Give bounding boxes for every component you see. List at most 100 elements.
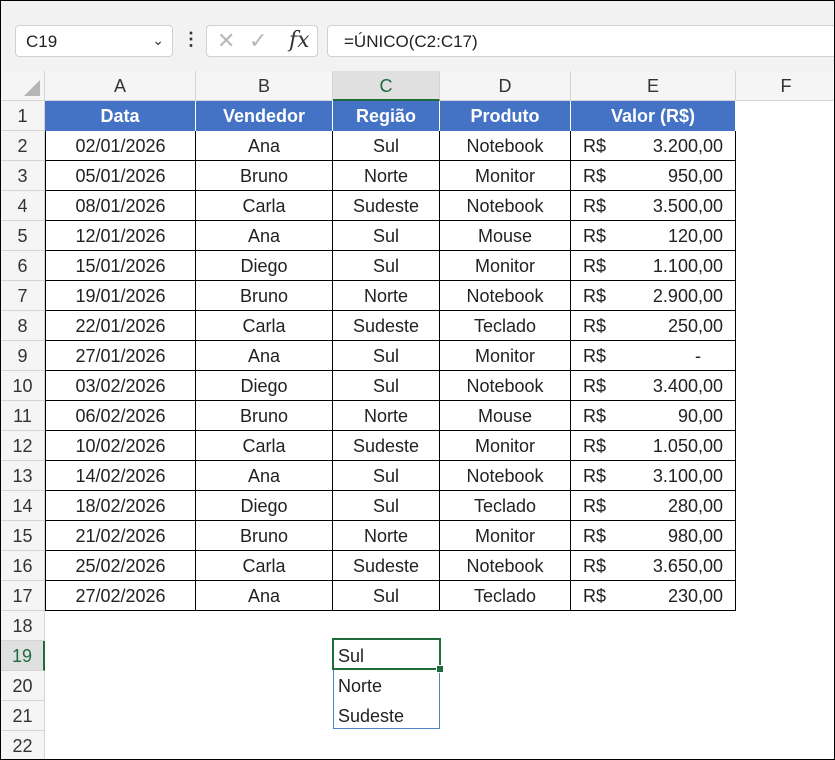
fill-handle[interactable] bbox=[436, 665, 444, 673]
table-cell[interactable]: Carla bbox=[196, 191, 333, 221]
table-cell[interactable]: Bruno bbox=[196, 521, 333, 551]
table-cell[interactable]: 14/02/2026 bbox=[45, 461, 196, 491]
table-cell[interactable]: Norte bbox=[333, 521, 440, 551]
table-cell[interactable]: Mouse bbox=[440, 221, 571, 251]
row-header-21[interactable]: 21 bbox=[1, 701, 45, 731]
value-cell[interactable]: R$ 980,00 bbox=[571, 521, 736, 551]
table-cell[interactable]: 06/02/2026 bbox=[45, 401, 196, 431]
table-cell[interactable]: Teclado bbox=[440, 311, 571, 341]
table-cell[interactable]: Sul bbox=[333, 221, 440, 251]
table-cell[interactable]: 05/01/2026 bbox=[45, 161, 196, 191]
table-cell[interactable]: Ana bbox=[196, 131, 333, 161]
table-cell[interactable]: Monitor bbox=[440, 161, 571, 191]
row-header-22[interactable]: 22 bbox=[1, 731, 45, 759]
value-cell[interactable]: R$ 1.050,00 bbox=[571, 431, 736, 461]
table-cell[interactable]: Monitor bbox=[440, 341, 571, 371]
table-cell[interactable]: Carla bbox=[196, 311, 333, 341]
chevron-down-icon[interactable]: ⌄ bbox=[152, 32, 164, 49]
value-cell[interactable]: R$ 3.500,00 bbox=[571, 191, 736, 221]
table-header-cell[interactable]: Produto bbox=[440, 101, 571, 131]
table-cell[interactable]: Sul bbox=[333, 251, 440, 281]
row-header-15[interactable]: 15 bbox=[1, 521, 45, 551]
select-all-button[interactable] bbox=[1, 71, 45, 101]
table-cell[interactable]: Carla bbox=[196, 431, 333, 461]
value-cell[interactable]: R$ 3.400,00 bbox=[571, 371, 736, 401]
table-header-cell[interactable]: Valor (R$) bbox=[571, 101, 736, 131]
formula-input[interactable]: =ÚNICO(C2:C17) bbox=[327, 25, 834, 57]
row-header-13[interactable]: 13 bbox=[1, 461, 45, 491]
table-cell[interactable]: Monitor bbox=[440, 521, 571, 551]
table-cell[interactable]: 02/01/2026 bbox=[45, 131, 196, 161]
table-cell[interactable]: Sudeste bbox=[333, 551, 440, 581]
value-cell[interactable]: R$ 230,00 bbox=[571, 581, 736, 611]
row-header-6[interactable]: 6 bbox=[1, 251, 45, 281]
table-cell[interactable]: Ana bbox=[196, 341, 333, 371]
value-cell[interactable]: R$ 120,00 bbox=[571, 221, 736, 251]
table-cell[interactable]: Diego bbox=[196, 491, 333, 521]
value-cell[interactable]: R$ 3.100,00 bbox=[571, 461, 736, 491]
row-header-4[interactable]: 4 bbox=[1, 191, 45, 221]
value-cell[interactable]: R$ 1.100,00 bbox=[571, 251, 736, 281]
value-cell[interactable]: R$ 3.650,00 bbox=[571, 551, 736, 581]
table-cell[interactable]: 12/01/2026 bbox=[45, 221, 196, 251]
value-cell[interactable]: R$ 950,00 bbox=[571, 161, 736, 191]
row-header-7[interactable]: 7 bbox=[1, 281, 45, 311]
table-cell[interactable]: Norte bbox=[333, 401, 440, 431]
table-cell[interactable]: Carla bbox=[196, 551, 333, 581]
table-cell[interactable]: Bruno bbox=[196, 281, 333, 311]
table-header-cell[interactable]: Região bbox=[333, 101, 440, 131]
table-cell[interactable]: Sul bbox=[333, 341, 440, 371]
row-header-14[interactable]: 14 bbox=[1, 491, 45, 521]
table-header-cell[interactable]: Data bbox=[45, 101, 196, 131]
table-cell[interactable]: 27/01/2026 bbox=[45, 341, 196, 371]
table-cell[interactable]: Notebook bbox=[440, 461, 571, 491]
column-header-a[interactable]: A bbox=[45, 71, 196, 101]
name-box[interactable]: C19 ⌄ bbox=[15, 25, 173, 57]
value-cell[interactable]: R$ 3.200,00 bbox=[571, 131, 736, 161]
table-cell[interactable]: Norte bbox=[333, 281, 440, 311]
row-header-12[interactable]: 12 bbox=[1, 431, 45, 461]
enter-icon[interactable]: ✓ bbox=[249, 28, 267, 54]
table-cell[interactable]: Notebook bbox=[440, 191, 571, 221]
row-header-19[interactable]: 19 bbox=[1, 641, 45, 671]
column-header-d[interactable]: D bbox=[440, 71, 571, 101]
table-cell[interactable]: Bruno bbox=[196, 161, 333, 191]
table-cell[interactable]: Teclado bbox=[440, 581, 571, 611]
table-cell[interactable]: Sudeste bbox=[333, 311, 440, 341]
active-cell-border[interactable] bbox=[332, 638, 441, 670]
table-cell[interactable]: Teclado bbox=[440, 491, 571, 521]
column-header-e[interactable]: E bbox=[571, 71, 736, 101]
column-header-b[interactable]: B bbox=[196, 71, 333, 101]
row-header-9[interactable]: 9 bbox=[1, 341, 45, 371]
value-cell[interactable]: R$ 250,00 bbox=[571, 311, 736, 341]
insert-function-icon[interactable]: fx bbox=[289, 28, 310, 53]
row-header-18[interactable]: 18 bbox=[1, 611, 45, 641]
table-cell[interactable]: Sudeste bbox=[333, 191, 440, 221]
row-header-11[interactable]: 11 bbox=[1, 401, 45, 431]
table-cell[interactable]: Sudeste bbox=[333, 431, 440, 461]
table-cell[interactable]: 18/02/2026 bbox=[45, 491, 196, 521]
table-header-cell[interactable]: Vendedor bbox=[196, 101, 333, 131]
row-header-8[interactable]: 8 bbox=[1, 311, 45, 341]
table-cell[interactable]: Notebook bbox=[440, 551, 571, 581]
table-cell[interactable]: Diego bbox=[196, 251, 333, 281]
column-header-c[interactable]: C bbox=[333, 71, 440, 101]
value-cell[interactable]: R$ 90,00 bbox=[571, 401, 736, 431]
table-cell[interactable]: Notebook bbox=[440, 281, 571, 311]
table-cell[interactable]: 27/02/2026 bbox=[45, 581, 196, 611]
column-header-f[interactable]: F bbox=[736, 71, 834, 101]
table-cell[interactable]: Notebook bbox=[440, 371, 571, 401]
table-cell[interactable]: 22/01/2026 bbox=[45, 311, 196, 341]
table-cell[interactable]: 15/01/2026 bbox=[45, 251, 196, 281]
table-cell[interactable]: 25/02/2026 bbox=[45, 551, 196, 581]
row-header-1[interactable]: 1 bbox=[1, 101, 45, 131]
table-cell[interactable]: 10/02/2026 bbox=[45, 431, 196, 461]
table-cell[interactable]: Ana bbox=[196, 221, 333, 251]
table-cell[interactable]: Notebook bbox=[440, 131, 571, 161]
table-cell[interactable]: 19/01/2026 bbox=[45, 281, 196, 311]
row-header-10[interactable]: 10 bbox=[1, 371, 45, 401]
more-options-icon[interactable]: ⋮ bbox=[182, 29, 200, 50]
cancel-icon[interactable]: ✕ bbox=[217, 28, 235, 54]
table-cell[interactable]: Sul bbox=[333, 461, 440, 491]
table-cell[interactable]: 03/02/2026 bbox=[45, 371, 196, 401]
